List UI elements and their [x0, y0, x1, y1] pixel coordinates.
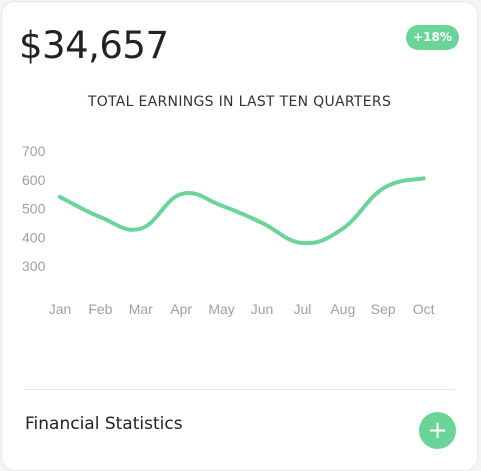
x-tick-label: Jan [49, 301, 72, 317]
earnings-series-line [58, 176, 426, 246]
x-tick-label: Jul [293, 301, 311, 317]
x-tick-label: Sep [371, 301, 396, 317]
x-tick-label: Feb [88, 301, 112, 317]
x-tick-label: May [208, 301, 234, 317]
add-button[interactable]: + [419, 412, 456, 449]
x-tick-label: Mar [129, 301, 153, 317]
x-tick-label: Jun [251, 301, 274, 317]
y-tick-label: 700 [22, 143, 46, 159]
financial-statistics-label: Financial Statistics [25, 414, 183, 434]
earnings-card: $34,657 +18% TOTAL EARNINGS IN LAST TEN … [1, 1, 478, 471]
y-tick-label: 500 [22, 201, 46, 217]
y-tick-label: 400 [22, 229, 46, 245]
plus-icon: + [427, 416, 448, 444]
divider [24, 389, 455, 390]
x-tick-label: Aug [330, 301, 355, 317]
earnings-line-chart: 300 400 500 600 700 Jan Feb Mar Apr May Jun Jul Aug S… [22, 143, 435, 317]
y-tick-label: 300 [22, 258, 46, 274]
x-tick-label: Apr [170, 301, 192, 317]
y-tick-label: 600 [22, 172, 46, 188]
x-tick-label: Oct [413, 301, 435, 317]
